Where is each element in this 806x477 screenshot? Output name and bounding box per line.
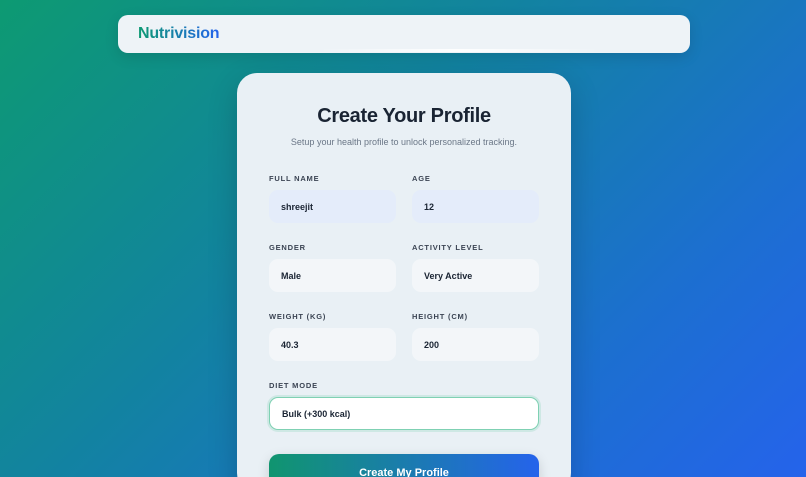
diet-mode-select[interactable]: Bulk (+300 kcal) — [269, 397, 539, 430]
gender-select[interactable]: Male — [269, 259, 396, 292]
diet-mode-label: DIET MODE — [269, 381, 318, 390]
navbar-highlight — [318, 49, 600, 52]
full-name-label: FULL NAME — [269, 174, 320, 183]
top-navbar: Nutrivision — [118, 15, 690, 53]
profile-form-card: Create Your Profile Setup your health pr… — [237, 73, 571, 477]
weight-label: WEIGHT (KG) — [269, 312, 327, 321]
full-name-input[interactable]: shreejit — [269, 190, 396, 223]
height-label: HEIGHT (CM) — [412, 312, 468, 321]
activity-level-label: ACTIVITY LEVEL — [412, 243, 484, 252]
gender-group: GENDER Male — [269, 243, 396, 292]
age-input[interactable]: 12 — [412, 190, 539, 223]
form-row-1: FULL NAME shreejit AGE 12 — [269, 174, 539, 223]
height-group: HEIGHT (CM) 200 — [412, 312, 539, 361]
create-profile-button[interactable]: Create My Profile — [269, 454, 539, 477]
diet-mode-group: DIET MODE Bulk (+300 kcal) — [269, 381, 539, 430]
weight-group: WEIGHT (KG) 40.3 — [269, 312, 396, 361]
brand-logo[interactable]: Nutrivision — [138, 25, 220, 43]
age-group: AGE 12 — [412, 174, 539, 223]
page-subtitle: Setup your health profile to unlock pers… — [290, 137, 518, 147]
weight-input[interactable]: 40.3 — [269, 328, 396, 361]
height-input[interactable]: 200 — [412, 328, 539, 361]
form-row-3: WEIGHT (KG) 40.3 HEIGHT (CM) 200 — [269, 312, 539, 361]
page-title: Create Your Profile — [317, 105, 491, 127]
full-name-group: FULL NAME shreejit — [269, 174, 396, 223]
activity-level-select[interactable]: Very Active — [412, 259, 539, 292]
age-label: AGE — [412, 174, 431, 183]
form-row-2: GENDER Male ACTIVITY LEVEL Very Active — [269, 243, 539, 292]
gender-label: GENDER — [269, 243, 306, 252]
activity-level-group: ACTIVITY LEVEL Very Active — [412, 243, 539, 292]
